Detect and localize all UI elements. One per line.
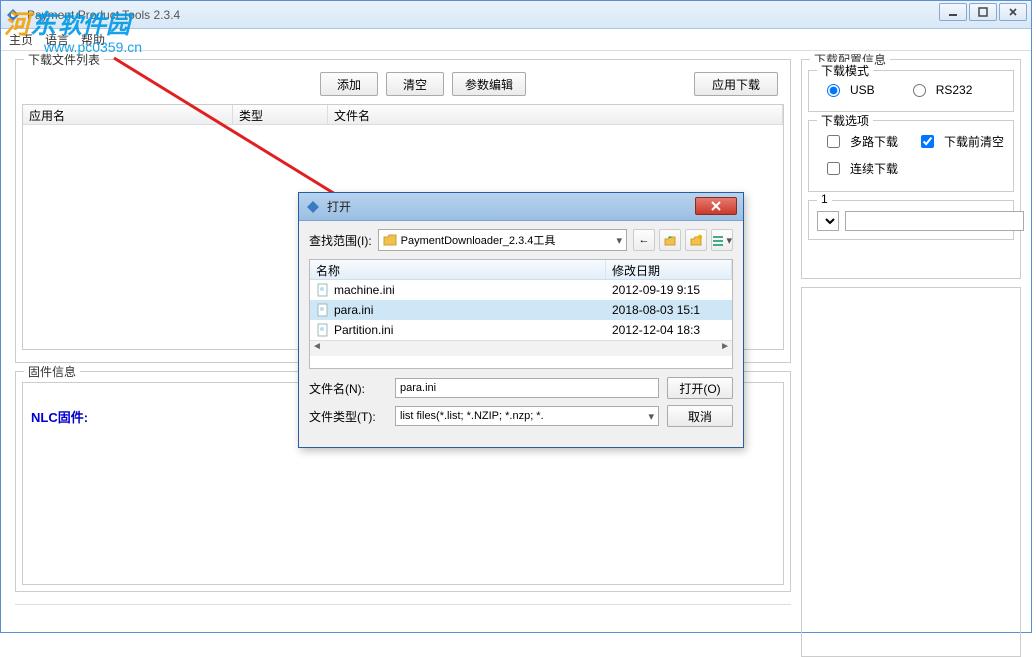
menu-help[interactable]: 帮助 bbox=[81, 31, 105, 48]
file-row[interactable]: machine.ini 2012-09-19 9:15 bbox=[310, 280, 732, 300]
window-controls bbox=[939, 3, 1027, 21]
download-mode-group: 下载模式 USB RS232 bbox=[808, 70, 1014, 112]
right-column: 下载配置信息 下载模式 USB RS232 bbox=[799, 51, 1031, 632]
status-bar bbox=[15, 604, 791, 628]
lookin-select[interactable]: PaymentDownloader_2.3.4工具 bbox=[378, 229, 627, 251]
view-menu-button[interactable] bbox=[711, 229, 733, 251]
maximize-button[interactable] bbox=[969, 3, 997, 21]
nav-icons: ← bbox=[633, 229, 733, 251]
column-type[interactable]: 类型 bbox=[233, 105, 328, 124]
filename-input[interactable] bbox=[395, 378, 659, 398]
file-list-col-date[interactable]: 修改日期 bbox=[606, 260, 732, 279]
filetype-select[interactable]: list files(*.list; *.NZIP; *.nzp; *. bbox=[395, 406, 659, 426]
file-row[interactable]: para.ini 2018-08-03 15:1 bbox=[310, 300, 732, 320]
checkbox-multi[interactable]: 多路下载 bbox=[817, 133, 911, 150]
file-list-col-name[interactable]: 名称 bbox=[310, 260, 606, 279]
file-icon bbox=[316, 283, 330, 297]
file-icon bbox=[316, 303, 330, 317]
channel-one-legend: 1 bbox=[817, 192, 832, 206]
radio-usb-input[interactable] bbox=[827, 84, 840, 97]
radio-rs232-label: RS232 bbox=[936, 83, 973, 97]
open-dialog[interactable]: 打开 查找范围(I): PaymentDownloader_2.3.4工具 ← bbox=[298, 192, 744, 448]
open-button[interactable]: 打开(O) bbox=[667, 377, 733, 399]
right-empty-panel bbox=[801, 287, 1021, 657]
minimize-button[interactable] bbox=[939, 3, 967, 21]
download-mode-legend: 下载模式 bbox=[817, 62, 873, 79]
checkbox-clear-before-input[interactable] bbox=[921, 135, 934, 148]
app-download-button[interactable]: 应用下载 bbox=[694, 72, 778, 96]
file-name: para.ini bbox=[334, 303, 373, 317]
back-button[interactable]: ← bbox=[633, 229, 655, 251]
file-name: Partition.ini bbox=[334, 323, 393, 337]
lookin-path: PaymentDownloader_2.3.4工具 bbox=[401, 232, 556, 248]
window-title: Payment Product Tools 2.3.4 bbox=[27, 8, 180, 22]
radio-usb[interactable]: USB bbox=[817, 83, 875, 97]
channel-one-select[interactable] bbox=[817, 211, 839, 231]
checkbox-clear-before[interactable]: 下载前清空 bbox=[911, 133, 1005, 150]
open-dialog-title: 打开 bbox=[327, 198, 351, 215]
filename-label: 文件名(N): bbox=[309, 380, 387, 397]
file-icon bbox=[316, 323, 330, 337]
menubar: 主页 语言 帮助 bbox=[1, 29, 1031, 51]
checkbox-multi-input[interactable] bbox=[827, 135, 840, 148]
open-dialog-close-button[interactable] bbox=[695, 197, 737, 215]
titlebar[interactable]: Payment Product Tools 2.3.4 bbox=[1, 1, 1031, 29]
column-appname[interactable]: 应用名 bbox=[23, 105, 233, 124]
up-button[interactable] bbox=[659, 229, 681, 251]
radio-rs232-input[interactable] bbox=[913, 84, 926, 97]
checkbox-continuous[interactable]: 连续下载 bbox=[817, 160, 911, 177]
app-icon bbox=[5, 7, 21, 23]
cancel-button[interactable]: 取消 bbox=[667, 405, 733, 427]
menu-home[interactable]: 主页 bbox=[9, 31, 33, 48]
radio-rs232[interactable]: RS232 bbox=[903, 83, 973, 97]
clear-button[interactable]: 清空 bbox=[386, 72, 444, 96]
download-list-header: 应用名 类型 文件名 bbox=[23, 105, 783, 125]
download-list-buttons: 添加 清空 参数编辑 应用下载 bbox=[22, 70, 784, 104]
checkbox-continuous-input[interactable] bbox=[827, 162, 840, 175]
download-options-legend: 下载选项 bbox=[817, 112, 873, 129]
file-list-header: 名称 修改日期 bbox=[310, 260, 732, 280]
file-date: 2012-09-19 9:15 bbox=[606, 283, 732, 297]
checkbox-continuous-label: 连续下载 bbox=[850, 160, 898, 177]
column-filename[interactable]: 文件名 bbox=[328, 105, 783, 124]
checkbox-multi-label: 多路下载 bbox=[850, 133, 898, 150]
download-options-group: 下载选项 多路下载 下载前清空 连续下载 bbox=[808, 120, 1014, 192]
file-list[interactable]: 名称 修改日期 machine.ini 2012-09-19 9:15 para… bbox=[309, 259, 733, 369]
params-button[interactable]: 参数编辑 bbox=[452, 72, 526, 96]
firmware-info-legend: 固件信息 bbox=[24, 363, 80, 380]
lookin-label: 查找范围(I): bbox=[309, 232, 372, 249]
filetype-value: list files(*.list; *.NZIP; *.nzp; *. bbox=[400, 410, 544, 422]
radio-usb-label: USB bbox=[850, 83, 875, 97]
open-dialog-icon bbox=[305, 199, 321, 215]
file-list-hscroll[interactable]: ◄► bbox=[310, 340, 732, 356]
new-folder-button[interactable] bbox=[685, 229, 707, 251]
open-dialog-body: 查找范围(I): PaymentDownloader_2.3.4工具 ← bbox=[299, 221, 743, 441]
file-row[interactable]: Partition.ini 2012-12-04 18:3 bbox=[310, 320, 732, 340]
menu-language[interactable]: 语言 bbox=[45, 31, 69, 48]
add-button[interactable]: 添加 bbox=[320, 72, 378, 96]
channel-one-group: 1 bbox=[808, 200, 1014, 240]
folder-icon bbox=[383, 233, 397, 247]
download-config-group: 下载配置信息 下载模式 USB RS232 bbox=[801, 59, 1021, 279]
open-dialog-titlebar[interactable]: 打开 bbox=[299, 193, 743, 221]
channel-one-input[interactable] bbox=[845, 211, 1024, 231]
file-name: machine.ini bbox=[334, 283, 395, 297]
checkbox-clear-before-label: 下载前清空 bbox=[944, 133, 1004, 150]
download-list-legend: 下载文件列表 bbox=[24, 51, 104, 68]
file-date: 2012-12-04 18:3 bbox=[606, 323, 732, 337]
file-date: 2018-08-03 15:1 bbox=[606, 303, 732, 317]
filetype-label: 文件类型(T): bbox=[309, 408, 387, 425]
close-button[interactable] bbox=[999, 3, 1027, 21]
